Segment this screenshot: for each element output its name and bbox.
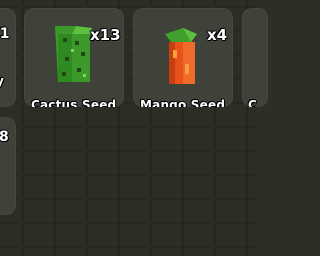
inventory-slot-partial-right[interactable]: C bbox=[242, 8, 268, 107]
slot-name: y bbox=[0, 74, 4, 88]
inventory-slot-partial-left-lower[interactable]: 8 bbox=[0, 117, 16, 215]
slot-name: C bbox=[248, 98, 258, 107]
slot-name: Mango Seed bbox=[140, 98, 226, 107]
inventory-slot-cactus-seed[interactable]: x13 Cactus Seed bbox=[24, 8, 124, 107]
inventory-slot-mango-seed[interactable]: x4 Mango Seed bbox=[133, 8, 233, 107]
slot-count: 8 bbox=[0, 129, 9, 145]
inventory-slot-partial-left[interactable]: 91 y bbox=[0, 8, 16, 107]
slot-count: x4 bbox=[207, 26, 228, 44]
slot-count: 91 bbox=[0, 26, 10, 42]
mango-seed-icon bbox=[165, 28, 197, 84]
slot-count: x13 bbox=[90, 26, 121, 44]
slot-name: Cactus Seed bbox=[31, 98, 117, 107]
